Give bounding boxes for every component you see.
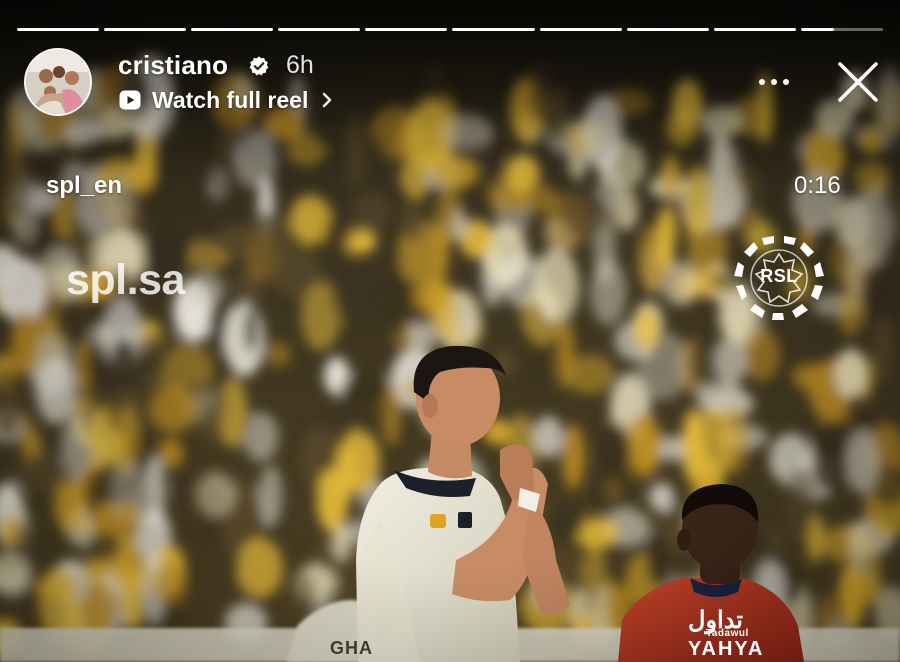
story-progress-fill — [365, 28, 448, 31]
play-reel-icon — [119, 90, 141, 110]
story-progress-fill — [278, 28, 361, 31]
video-elapsed-time: 0:16 — [794, 172, 841, 199]
watch-full-reel-label: Watch full reel — [152, 86, 309, 113]
more-options-icon — [759, 79, 765, 85]
story-progress-segment — [104, 28, 187, 31]
story-progress-fill — [17, 28, 100, 31]
story-progress-fill — [104, 28, 187, 31]
story-progress-fill — [539, 28, 622, 31]
story-username[interactable]: cristiano — [118, 50, 228, 81]
close-icon[interactable] — [834, 58, 882, 106]
verified-badge-icon — [249, 56, 269, 76]
story-progress-bar — [17, 28, 883, 32]
video-source-handle[interactable]: spl_en — [46, 172, 122, 200]
story-progress-segment — [365, 28, 448, 31]
profile-avatar[interactable] — [24, 48, 92, 116]
more-options-dot — [783, 79, 789, 85]
story-progress-fill — [800, 28, 834, 31]
story-progress-segment — [191, 28, 274, 31]
story-progress-segment — [452, 28, 535, 31]
story-progress-segment — [713, 28, 796, 31]
more-options-button[interactable] — [752, 66, 796, 98]
spl-watermark: spl.sa — [66, 256, 185, 304]
watch-full-reel-link[interactable]: Watch full reel — [118, 85, 334, 115]
avatar-photo — [26, 50, 90, 114]
story-progress-segment — [626, 28, 709, 31]
story-progress-fill — [713, 28, 796, 31]
more-options-dot — [771, 79, 777, 85]
rsl-logo-text: RSL — [760, 266, 798, 286]
chevron-right-icon — [323, 92, 332, 108]
story-progress-segment — [17, 28, 100, 31]
left-player-jersey-name: GHA — [330, 638, 373, 658]
story-progress-segment — [800, 28, 883, 31]
story-time-ago: 6h — [286, 51, 314, 79]
story-progress-fill — [191, 28, 274, 31]
story-progress-segment — [539, 28, 622, 31]
right-player-jersey-name: YAHYA — [688, 638, 765, 660]
story-progress-fill — [452, 28, 535, 31]
story-progress-segment — [278, 28, 361, 31]
story-progress-fill — [626, 28, 709, 31]
